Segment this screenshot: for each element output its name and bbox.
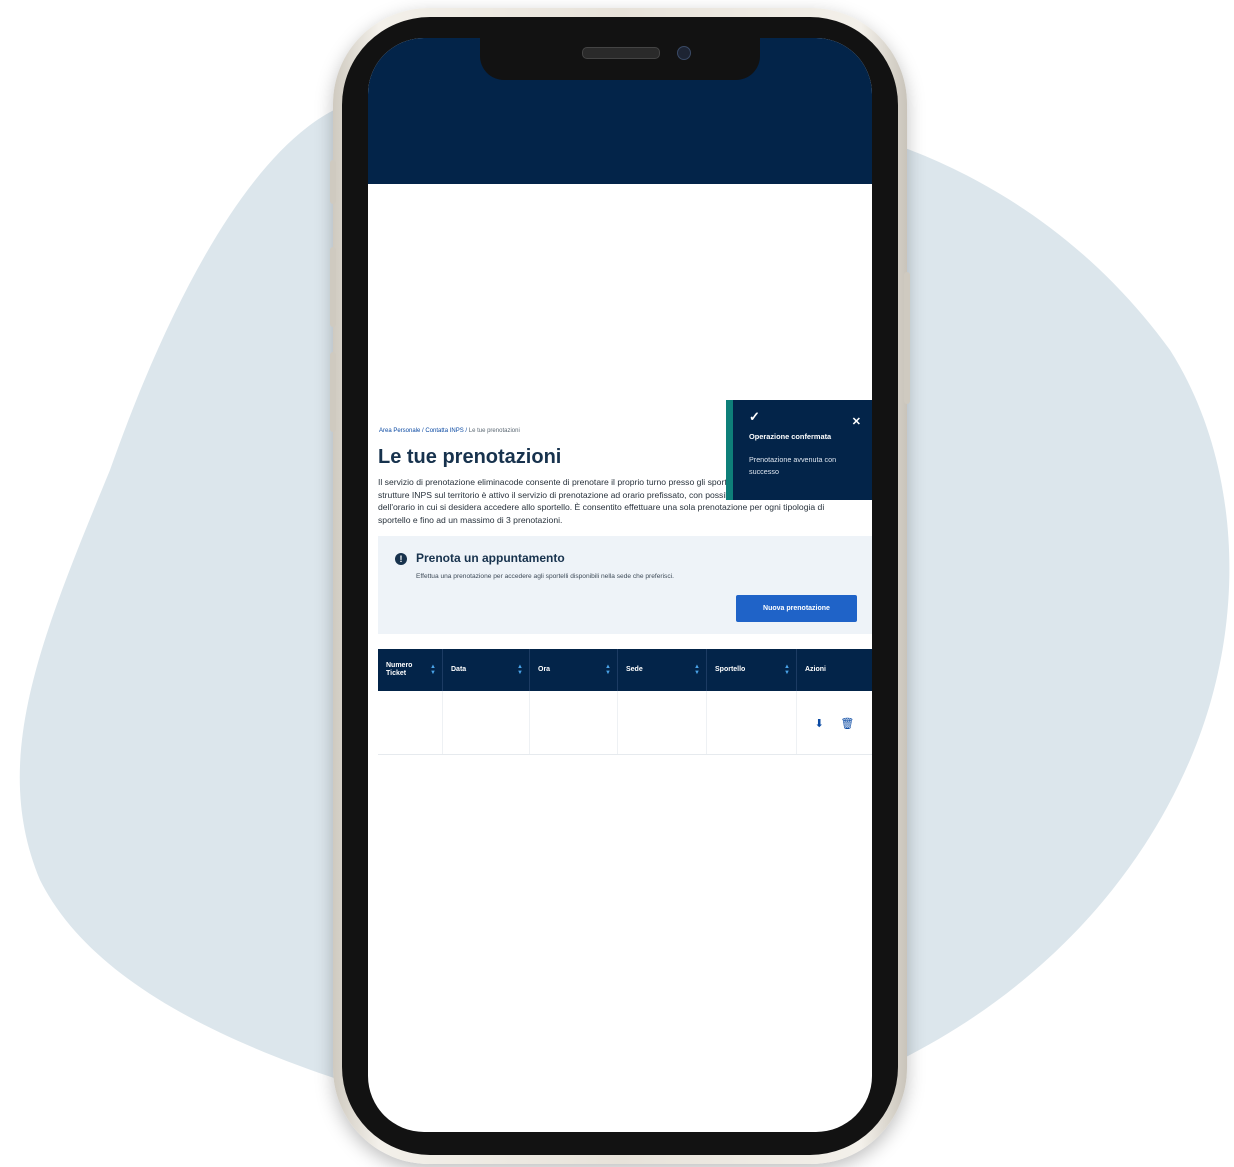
toast-title: Operazione confermata [749, 432, 832, 441]
toast-message: Prenotazione avvenuta con successo [749, 455, 837, 476]
column-header-sede[interactable]: Sede ▲ ▼ [617, 649, 707, 691]
column-label: Azioni [805, 666, 826, 673]
column-label: Data [451, 666, 467, 673]
cell-data [442, 691, 530, 755]
cell-sede [617, 691, 707, 755]
volume-up-button [330, 247, 336, 327]
breadcrumb-contatta-inps[interactable]: Contatta INPS [425, 428, 463, 434]
appointment-card-description: Effettua una prenotazione per accedere a… [416, 573, 674, 580]
cell-sportello [706, 691, 797, 755]
breadcrumb-current: Le tue prenotazioni [468, 428, 520, 434]
cell-actions: ⬇ 🗑 [796, 691, 872, 755]
download-icon[interactable]: ⬇ [815, 718, 824, 730]
speaker-grille [582, 47, 660, 59]
column-label: Sportello [715, 666, 746, 673]
column-label: Numero Ticket [386, 662, 413, 677]
phone-screen: Area Personale / Contatta INPS / Le tue … [368, 38, 872, 1132]
sort-icon[interactable]: ▲ ▼ [517, 664, 523, 676]
check-icon: ✓ [749, 409, 760, 424]
success-toast: ✓ ✕ Operazione confermata Prenotazione a… [726, 400, 872, 500]
mute-switch [330, 160, 336, 204]
page-title: Le tue prenotazioni [378, 446, 562, 468]
sort-icon[interactable]: ▲ ▼ [430, 664, 436, 676]
appointment-card-title: Prenota un appuntamento [416, 551, 565, 565]
table-header-row: Numero Ticket ▲ ▼ Data ▲ ▼ Ora ▲ ▼ Sede ▲ ▼ … [378, 649, 872, 691]
close-icon[interactable]: ✕ [852, 415, 861, 428]
appointment-card: ! Prenota un appuntamento Effettua una p… [378, 536, 872, 634]
cell-ticket [378, 691, 443, 755]
new-booking-button[interactable]: Nuova prenotazione [736, 595, 857, 622]
volume-down-button [330, 352, 336, 432]
bookings-table: Numero Ticket ▲ ▼ Data ▲ ▼ Ora ▲ ▼ Sede ▲ ▼ … [378, 649, 872, 755]
breadcrumb: Area Personale / Contatta INPS / Le tue … [379, 428, 520, 434]
sort-icon[interactable]: ▲ ▼ [694, 664, 700, 676]
info-icon: ! [395, 553, 407, 565]
sort-icon[interactable]: ▲ ▼ [784, 664, 790, 676]
column-header-azioni: Azioni [796, 649, 872, 691]
power-button [904, 272, 910, 404]
front-camera [677, 46, 691, 60]
column-header-ora[interactable]: Ora ▲ ▼ [529, 649, 618, 691]
column-header-data[interactable]: Data ▲ ▼ [442, 649, 530, 691]
cell-ora [529, 691, 618, 755]
breadcrumb-separator: / [422, 428, 424, 434]
column-label: Sede [626, 666, 643, 673]
column-header-sportello[interactable]: Sportello ▲ ▼ [706, 649, 797, 691]
sort-icon[interactable]: ▲ ▼ [605, 664, 611, 676]
breadcrumb-separator: / [465, 428, 468, 434]
table-row: ⬇ 🗑 [378, 691, 872, 755]
breadcrumb-area-personale[interactable]: Area Personale [379, 428, 420, 434]
column-label: Ora [538, 666, 551, 673]
trash-icon[interactable]: 🗑 [840, 718, 854, 730]
column-header-ticket[interactable]: Numero Ticket ▲ ▼ [378, 649, 443, 691]
